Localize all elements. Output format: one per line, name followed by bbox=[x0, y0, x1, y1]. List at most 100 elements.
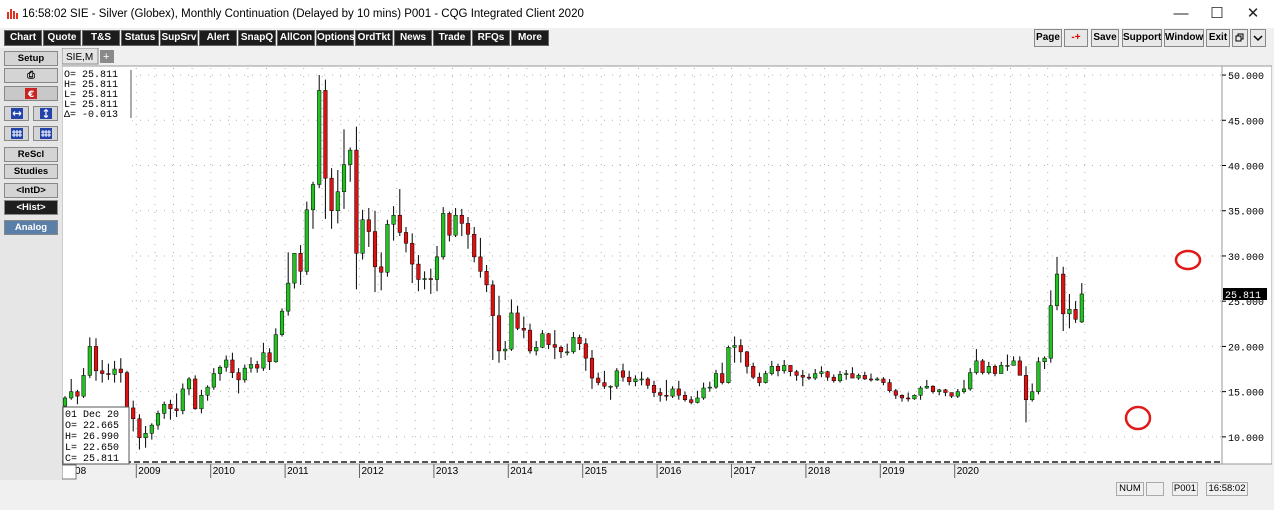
toolbar-trade-button[interactable]: Trade bbox=[433, 30, 471, 46]
historical-button[interactable]: <Hist> bbox=[4, 200, 58, 215]
candle-body-down bbox=[887, 382, 892, 391]
y-tick-label: 40.000 bbox=[1228, 163, 1264, 174]
candle-body-up bbox=[1079, 293, 1084, 323]
toolbar-rfqs-button[interactable]: RFQs bbox=[472, 30, 510, 46]
toolbar-ordtkt-button[interactable]: OrdTkt bbox=[355, 30, 393, 46]
candle-body-up bbox=[534, 347, 539, 352]
candle-body-up bbox=[286, 282, 291, 312]
candle-body-down bbox=[689, 399, 694, 403]
toolbar-page-button[interactable]: Page bbox=[1034, 29, 1062, 47]
candle[interactable] bbox=[279, 308, 285, 337]
candle[interactable] bbox=[304, 201, 309, 275]
candle[interactable] bbox=[317, 75, 322, 189]
candle-body-up bbox=[317, 90, 322, 185]
analog-button[interactable]: Analog bbox=[4, 220, 58, 235]
symbol-tab-label: SIE,M bbox=[66, 52, 93, 63]
candle-body-up bbox=[261, 352, 266, 369]
print-button[interactable]: ⎙ bbox=[4, 68, 58, 83]
toolbar-support-button[interactable]: Support bbox=[1122, 29, 1162, 47]
candle-body-down bbox=[558, 347, 564, 353]
zoom-vertical-button[interactable] bbox=[33, 106, 58, 121]
candle[interactable] bbox=[980, 359, 985, 375]
toolbar-exit-button[interactable]: Exit bbox=[1206, 29, 1230, 47]
candle-body-down bbox=[899, 395, 905, 399]
toolbar-link-button[interactable]: -+ bbox=[1064, 29, 1088, 47]
currency-toggle-button[interactable]: € bbox=[4, 86, 58, 101]
candle-body-down bbox=[397, 215, 402, 233]
candle-body-down bbox=[645, 378, 650, 386]
toolbar-alert-button[interactable]: Alert bbox=[199, 30, 237, 46]
candle-body-up bbox=[217, 366, 223, 374]
rescale-button[interactable]: ReScl bbox=[4, 147, 58, 162]
compress-horizontal-button[interactable] bbox=[4, 126, 29, 141]
candle-body-down bbox=[664, 395, 669, 397]
candle-body-up bbox=[813, 373, 818, 379]
zoom-horizontal-button[interactable] bbox=[4, 106, 29, 121]
candle-body-down bbox=[75, 391, 80, 397]
candle-body-down bbox=[800, 375, 805, 378]
toolbar-supsrv-button[interactable]: SupSrv bbox=[160, 30, 198, 46]
candle-body-down bbox=[676, 388, 681, 396]
candle[interactable] bbox=[62, 396, 68, 408]
studies-button[interactable]: Studies bbox=[4, 164, 58, 179]
toolbar-save-button[interactable]: Save bbox=[1091, 29, 1119, 47]
maximize-button[interactable]: ☐ bbox=[1199, 2, 1235, 26]
chart-corner-box[interactable] bbox=[61, 464, 77, 480]
candle-body-down bbox=[447, 213, 452, 236]
chart-area[interactable]: SIE,M + 50.000 45.000 40.000 35.000 30.000 25… bbox=[61, 47, 1273, 480]
toolbar-window-button[interactable]: Window bbox=[1164, 29, 1204, 47]
toolbar-allcon-button[interactable]: AllCon bbox=[277, 30, 315, 46]
candle-body-up bbox=[81, 375, 86, 397]
toolbar-quote-button[interactable]: Quote bbox=[43, 30, 81, 46]
more-menu-icon[interactable] bbox=[1250, 29, 1266, 47]
candle-body-down bbox=[93, 346, 99, 372]
candle-body-down bbox=[100, 370, 105, 374]
svg-text:€: € bbox=[27, 90, 34, 99]
print-icon: ⎙ bbox=[27, 70, 35, 81]
intraday-button[interactable]: <IntD> bbox=[4, 183, 58, 198]
toolbar-chart-button[interactable]: Chart bbox=[4, 30, 42, 46]
page-indicator: P001 bbox=[1172, 482, 1198, 496]
restore-window-icon[interactable] bbox=[1232, 29, 1248, 47]
x-year-label: 2019 bbox=[882, 466, 905, 477]
candle[interactable] bbox=[726, 345, 731, 384]
candle-body-up bbox=[837, 374, 843, 382]
candle[interactable] bbox=[912, 394, 917, 400]
candle[interactable] bbox=[1036, 357, 1041, 395]
candle-body-down bbox=[1017, 360, 1022, 376]
candle-body-up bbox=[224, 359, 229, 368]
candle-body-down bbox=[515, 312, 520, 329]
setup-button[interactable]: Setup bbox=[4, 51, 58, 66]
candlestick-chart[interactable]: SIE,M + 50.000 45.000 40.000 35.000 30.000 25… bbox=[61, 47, 1273, 480]
candle-body-up bbox=[782, 365, 787, 372]
candle-body-down bbox=[881, 378, 886, 383]
toolbar-news-button[interactable]: News bbox=[394, 30, 432, 46]
compress-vertical-button[interactable] bbox=[33, 126, 58, 141]
toolbar-snapq-button[interactable]: SnapQ bbox=[238, 30, 276, 46]
toolbar-more-button[interactable]: More bbox=[511, 30, 549, 46]
ohlc-delta: Δ= -0.013 bbox=[64, 110, 118, 121]
candle-body-up bbox=[633, 378, 638, 382]
toolbar-options-button[interactable]: Options bbox=[316, 30, 355, 46]
close-button[interactable]: ✕ bbox=[1235, 2, 1271, 26]
candle-body-down bbox=[329, 177, 334, 211]
candle[interactable] bbox=[193, 375, 198, 410]
candle-body-down bbox=[992, 366, 998, 374]
candle[interactable] bbox=[385, 219, 390, 277]
candle-body-down bbox=[602, 382, 607, 387]
candle[interactable] bbox=[614, 368, 619, 389]
candle-body-up bbox=[112, 368, 117, 375]
toolbar-status-button[interactable]: Status bbox=[121, 30, 159, 46]
cursor-high: H= 26.990 bbox=[65, 432, 119, 443]
candle[interactable] bbox=[292, 252, 297, 289]
candle-body-up bbox=[62, 397, 68, 407]
candle-body-up bbox=[341, 164, 347, 192]
candle[interactable] bbox=[441, 207, 446, 260]
candle-body-down bbox=[354, 149, 359, 254]
minimize-button[interactable]: — bbox=[1163, 2, 1199, 26]
candle-body-up bbox=[707, 386, 712, 389]
toolbar-ts-button[interactable]: T&S bbox=[82, 30, 120, 46]
candle-body-up bbox=[273, 334, 278, 363]
candle-body-up bbox=[1048, 305, 1053, 359]
candle-body-up bbox=[211, 373, 216, 388]
